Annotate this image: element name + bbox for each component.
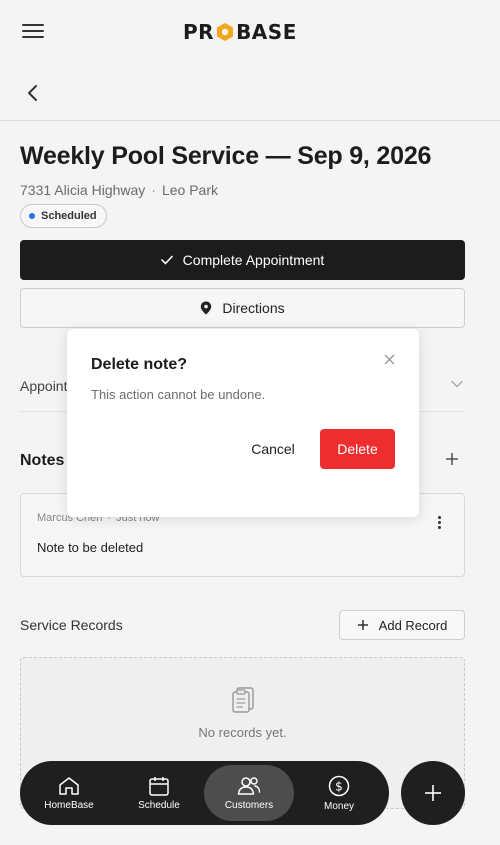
- dialog-message: This action cannot be undone.: [91, 387, 266, 402]
- dialog-title: Delete note?: [91, 356, 188, 373]
- delete-note-dialog: Delete note? This action cannot be undon…: [67, 329, 419, 517]
- cancel-button[interactable]: Cancel: [243, 429, 303, 469]
- delete-button[interactable]: Delete: [320, 429, 395, 469]
- close-icon[interactable]: [384, 354, 395, 365]
